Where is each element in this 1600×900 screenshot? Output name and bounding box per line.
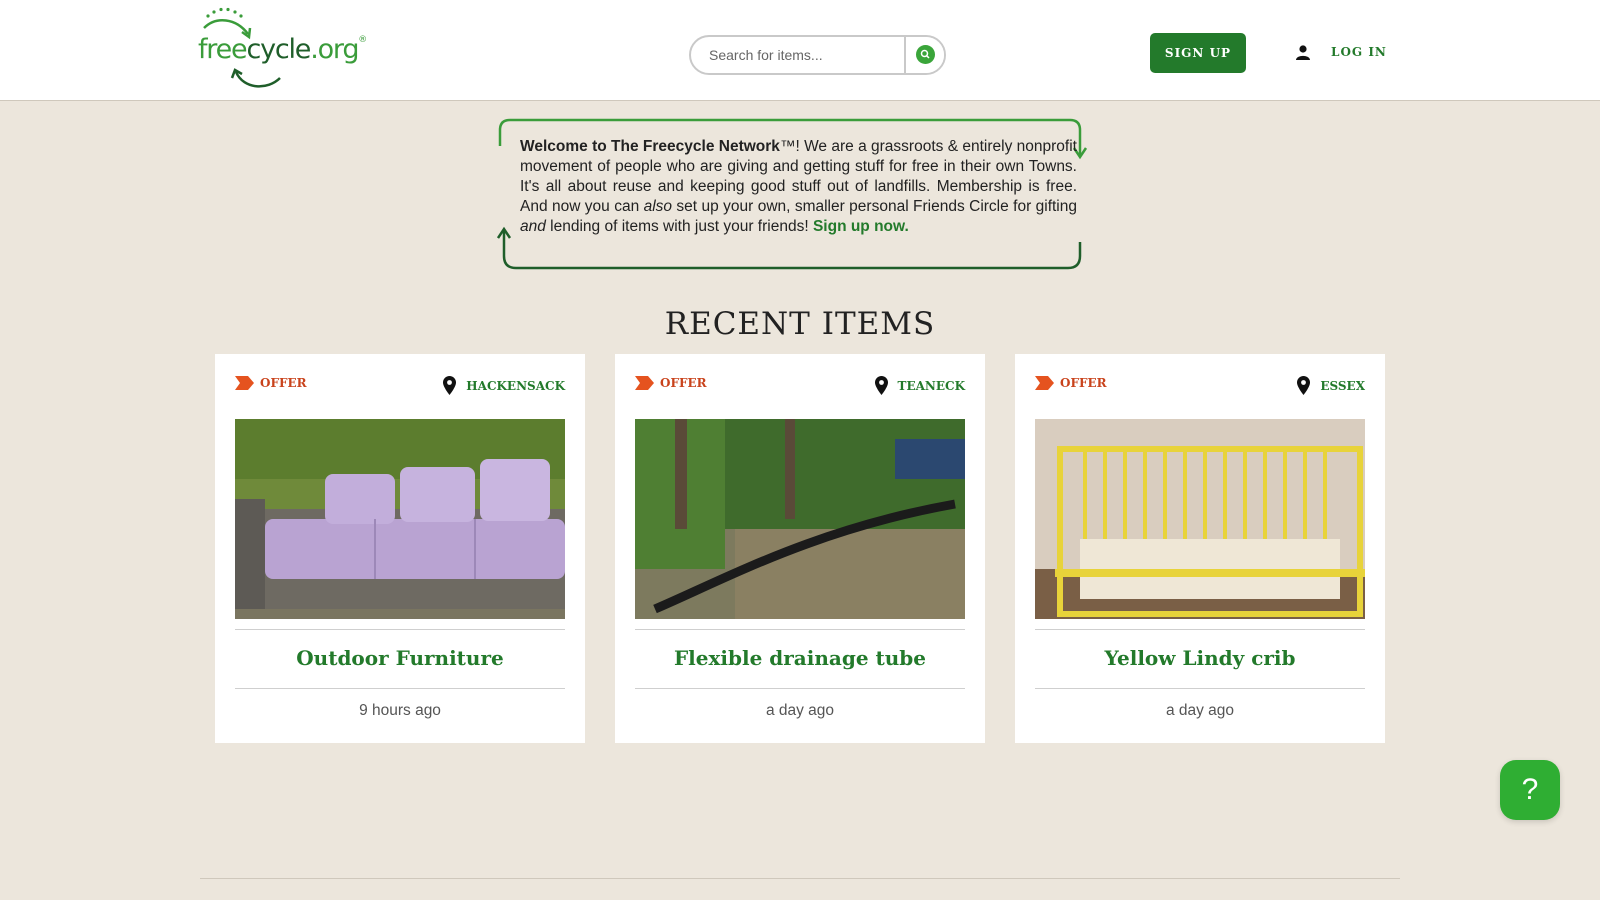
item-title[interactable]: Flexible drainage tube (635, 646, 965, 670)
logo-part-org: .org (310, 34, 359, 65)
welcome-also: also (643, 198, 673, 215)
welcome-text-3: lending of items with just your friends! (545, 218, 813, 235)
drainage-tube-in-yard-photo[interactable] (635, 419, 965, 619)
search-box (689, 35, 946, 75)
divider (1035, 629, 1365, 630)
divider (1035, 688, 1365, 689)
item-time: a day ago (1165, 702, 1235, 719)
location-label: TEANECK (897, 378, 965, 393)
welcome-text-2: set up your own, smaller personal Friend… (672, 198, 1077, 215)
divider (235, 688, 565, 689)
location-tag[interactable]: TEANECK (874, 376, 965, 395)
offer-tag: OFFER (235, 376, 307, 390)
logo-part-cycle: cycle (246, 34, 311, 65)
card-meta: OFFER TEANECK (635, 376, 965, 396)
search-button[interactable] (904, 37, 944, 73)
logo-registered-mark: ® (358, 35, 367, 45)
offer-chevron-icon (235, 376, 254, 390)
welcome-title: Welcome to The Freecycle Network (520, 138, 780, 155)
offer-label: OFFER (260, 376, 307, 390)
offer-tag: OFFER (635, 376, 707, 390)
logo-part-free: free (198, 34, 248, 65)
log-in-label: LOG IN (1331, 45, 1387, 59)
welcome-and: and (520, 218, 546, 235)
offer-label: OFFER (660, 376, 707, 390)
item-title[interactable]: Yellow Lindy crib (1035, 646, 1365, 670)
map-pin-icon (443, 376, 457, 395)
welcome-box: Welcome to The Freecycle Network™! We ar… (497, 116, 1103, 278)
card-meta: OFFER HACKENSACK (235, 376, 565, 396)
divider (635, 688, 965, 689)
purple-outdoor-sofa-photo[interactable] (235, 419, 565, 619)
item-card[interactable]: OFFER TEANECK Flexible drainage tube a d… (615, 354, 985, 743)
search-icon (916, 45, 935, 64)
location-tag[interactable]: HACKENSACK (443, 376, 565, 395)
item-time: 9 hours ago (359, 702, 441, 719)
map-pin-icon (1297, 376, 1311, 395)
card-meta: OFFER ESSEX (1035, 376, 1365, 396)
welcome-message: Welcome to The Freecycle Network™! We ar… (520, 137, 1077, 237)
site-header: freecycle.org® SIGN UP LOG IN (0, 0, 1600, 101)
sign-up-button[interactable]: SIGN UP (1150, 33, 1246, 73)
yellow-crib-photo[interactable] (1035, 419, 1365, 619)
offer-label: OFFER (1060, 376, 1107, 390)
divider (235, 629, 565, 630)
recent-items-heading: RECENT ITEMS (664, 306, 936, 342)
logo-wordmark: freecycle.org® (198, 34, 367, 65)
offer-chevron-icon (1035, 376, 1054, 390)
search-input[interactable] (691, 37, 903, 73)
trademark: ™ (779, 138, 796, 155)
log-in-link[interactable]: LOG IN (1295, 40, 1387, 64)
item-card[interactable]: OFFER ESSEX Yellow Lindy crib a day ago (1015, 354, 1385, 743)
item-time: a day ago (765, 702, 835, 719)
location-label: HACKENSACK (466, 378, 565, 393)
item-title[interactable]: Outdoor Furniture (235, 646, 565, 670)
item-card[interactable]: OFFER HACKENSACK Outdoor Furniture 9 hou… (215, 354, 585, 743)
help-button[interactable]: ? (1500, 760, 1560, 820)
offer-tag: OFFER (1035, 376, 1107, 390)
offer-chevron-icon (635, 376, 654, 390)
footer-divider (200, 878, 1400, 879)
user-icon (1296, 45, 1310, 60)
map-pin-icon (874, 376, 888, 395)
divider (635, 629, 965, 630)
sign-up-now-link[interactable]: Sign up now. (813, 218, 909, 235)
location-label: ESSEX (1320, 378, 1365, 393)
location-tag[interactable]: ESSEX (1297, 376, 1365, 395)
freecycle-logo[interactable]: freecycle.org® (198, 6, 370, 88)
